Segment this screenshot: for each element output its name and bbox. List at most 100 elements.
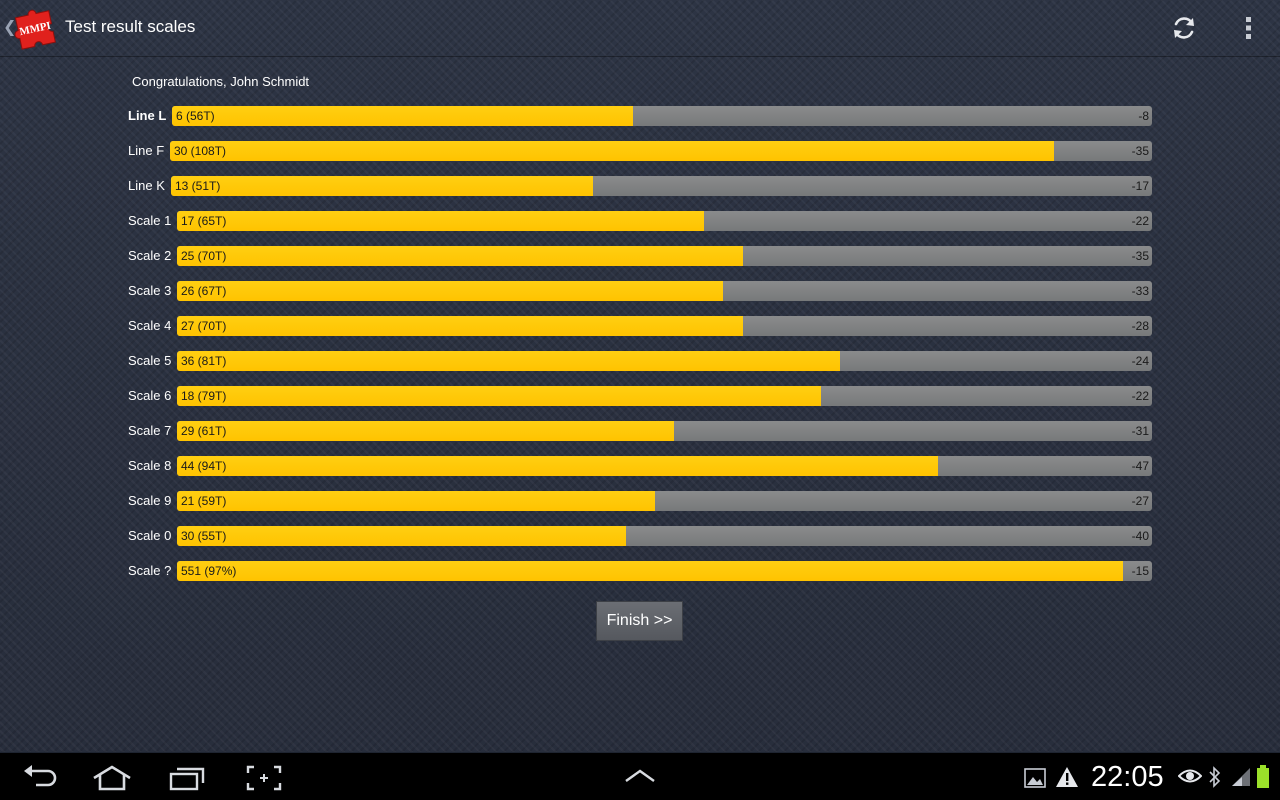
- scale-value: 30 (108T): [174, 144, 227, 158]
- scale-range-end: -22: [1131, 214, 1149, 228]
- scale-label: Scale 9: [128, 493, 172, 508]
- scale-label: Scale 8: [128, 458, 172, 473]
- scale-bar-fill: [177, 421, 675, 441]
- signal-icon: [1232, 768, 1250, 786]
- eye-icon[interactable]: [1178, 767, 1202, 787]
- scale-range-end: -22: [1131, 389, 1149, 403]
- scale-label: Scale 1: [128, 213, 172, 228]
- scale-label: Line K: [128, 178, 165, 193]
- scale-bar-track: 25 (70T) -35: [177, 246, 1152, 266]
- greeting-text: Congratulations, John Schmidt: [132, 74, 310, 89]
- scale-bar-track: 26 (67T) -33: [177, 281, 1152, 301]
- scale-bar-fill: [177, 316, 743, 336]
- scale-range-end: -35: [1131, 144, 1149, 158]
- scale-range-end: -47: [1131, 459, 1149, 473]
- scale-row: Line L 6 (56T) -8: [0, 106, 1160, 126]
- scale-bar-fill: [177, 386, 821, 406]
- screenshot-icon[interactable]: [246, 765, 282, 791]
- scale-label: Scale ?: [128, 563, 172, 578]
- scale-row: Scale 9 21 (59T) -27: [0, 491, 1160, 511]
- scale-range-end: -8: [1138, 109, 1149, 123]
- scale-range-end: -27: [1131, 494, 1149, 508]
- scale-bar-track: 18 (79T) -22: [177, 386, 1152, 406]
- overflow-menu-icon[interactable]: [1236, 14, 1260, 42]
- scale-bar-track: 21 (59T) -27: [177, 491, 1152, 511]
- scale-value: 25 (70T): [181, 249, 227, 263]
- scale-bar-track: 17 (65T) -22: [177, 211, 1152, 231]
- scale-value: 18 (79T): [181, 389, 227, 403]
- finish-button[interactable]: Finish >>: [596, 601, 683, 641]
- scale-value: 17 (65T): [181, 214, 227, 228]
- scale-row: Scale 4 27 (70T) -28: [0, 316, 1160, 336]
- scale-bar-fill: [177, 561, 1123, 581]
- scale-bar-track: 29 (61T) -31: [177, 421, 1152, 441]
- scale-range-end: -24: [1131, 354, 1149, 368]
- scale-label: Scale 5: [128, 353, 172, 368]
- bluetooth-icon[interactable]: [1208, 766, 1222, 788]
- system-nav-bar: 22:05: [0, 752, 1280, 800]
- scale-range-end: -40: [1131, 529, 1149, 543]
- scale-row: Scale 2 25 (70T) -35: [0, 246, 1160, 266]
- scale-bar-fill: [177, 246, 743, 266]
- action-bar: ❮ MMPI Test result scales: [0, 0, 1280, 57]
- page-title: Test result scales: [65, 17, 196, 36]
- scale-label: Scale 2: [128, 248, 172, 263]
- scale-value: 30 (55T): [181, 529, 227, 543]
- home-icon[interactable]: [91, 765, 133, 791]
- refresh-icon[interactable]: [1168, 12, 1200, 44]
- scale-row: Scale 7 29 (61T) -31: [0, 421, 1160, 441]
- scale-value: 13 (51T): [175, 179, 221, 193]
- scale-bar-track: 30 (55T) -40: [177, 526, 1152, 546]
- scale-row: Scale ? 551 (97%) -15: [0, 561, 1160, 581]
- scale-bar-track: 551 (97%) -15: [177, 561, 1152, 581]
- scale-value: 36 (81T): [181, 354, 227, 368]
- scale-bar-fill: [177, 456, 938, 476]
- scale-range-end: -35: [1131, 249, 1149, 263]
- scale-bar-track: 13 (51T) -17: [171, 176, 1152, 196]
- scale-value: 29 (61T): [181, 424, 227, 438]
- scale-value: 27 (70T): [181, 319, 227, 333]
- scale-bar-fill: [171, 176, 593, 196]
- scale-bar-track: 30 (108T) -35: [170, 141, 1152, 161]
- scale-bar-track: 44 (94T) -47: [177, 456, 1152, 476]
- scale-row: Line K 13 (51T) -17: [0, 176, 1160, 196]
- scale-bar-fill: [177, 526, 626, 546]
- scale-bar-fill: [170, 141, 1054, 161]
- back-icon[interactable]: [20, 765, 58, 791]
- scale-row: Scale 3 26 (67T) -33: [0, 281, 1160, 301]
- scale-range-end: -17: [1131, 179, 1149, 193]
- scale-label: Scale 6: [128, 388, 172, 403]
- mmpi-app-icon[interactable]: MMPI: [12, 6, 58, 50]
- scale-bar-fill: [177, 211, 704, 231]
- scale-label: Line F: [128, 143, 165, 158]
- scale-label: Scale 3: [128, 283, 172, 298]
- scale-range-end: -31: [1131, 424, 1149, 438]
- scale-bar-track: 27 (70T) -28: [177, 316, 1152, 336]
- scale-bar-fill: [177, 281, 723, 301]
- scale-range-end: -28: [1131, 319, 1149, 333]
- scale-range-end: -33: [1131, 284, 1149, 298]
- scale-row: Scale 1 17 (65T) -22: [0, 211, 1160, 231]
- scale-value: 44 (94T): [181, 459, 227, 473]
- scale-range-end: -15: [1131, 564, 1149, 578]
- scale-label: Line L: [128, 108, 167, 123]
- scale-bar-track: 36 (81T) -24: [177, 351, 1152, 371]
- scale-row: Scale 0 30 (55T) -40: [0, 526, 1160, 546]
- scale-value: 26 (67T): [181, 284, 227, 298]
- scale-row: Line F 30 (108T) -35: [0, 141, 1160, 161]
- scale-value: 551 (97%): [181, 564, 237, 578]
- scale-row: Scale 8 44 (94T) -47: [0, 456, 1160, 476]
- scale-label: Scale 0: [128, 528, 172, 543]
- scale-value: 6 (56T): [176, 109, 215, 123]
- scale-bar-fill: [172, 106, 633, 126]
- recent-apps-icon[interactable]: [168, 765, 206, 791]
- up-chevron-icon[interactable]: [624, 769, 656, 783]
- status-clock: 22:05: [1091, 761, 1164, 793]
- warning-icon[interactable]: [1055, 766, 1079, 788]
- scale-label: Scale 7: [128, 423, 172, 438]
- scale-bar-fill: [177, 351, 840, 371]
- scale-row: Scale 6 18 (79T) -22: [0, 386, 1160, 406]
- gallery-icon[interactable]: [1024, 768, 1046, 788]
- battery-icon: [1257, 765, 1269, 788]
- scale-bar-track: 6 (56T) -8: [172, 106, 1152, 126]
